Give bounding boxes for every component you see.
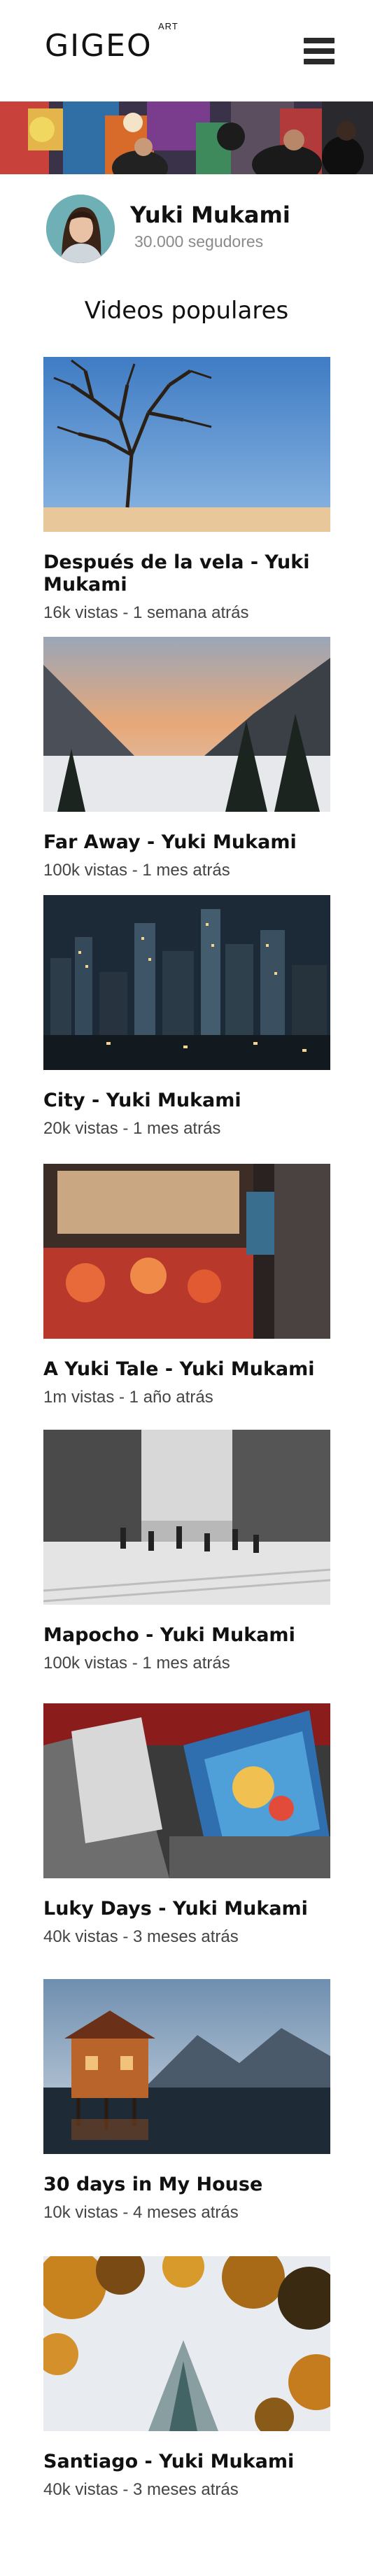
video-card[interactable]: Santiago - Yuki Mukami 40k vistas - 3 me… [43,2256,330,2500]
profile-name: Yuki Mukami [130,202,290,228]
menu-bar [304,59,335,64]
video-thumbnail[interactable] [43,895,330,1070]
site-logo[interactable]: GIGEO [45,31,153,62]
video-card[interactable]: City - Yuki Mukami 20k vistas - 1 mes at… [43,895,330,1139]
follower-count: 30.000 segudores [134,232,264,251]
video-thumbnail[interactable] [43,637,330,812]
video-title[interactable]: A Yuki Tale - Yuki Mukami [43,1358,330,1381]
logo-subtitle: ART [158,21,178,31]
video-meta: 1m vistas - 1 año atrás [43,1388,213,1407]
profile-summary: Yuki Mukami 30.000 segudores [0,189,373,266]
video-thumbnail[interactable] [43,1703,330,1878]
menu-bar [304,48,335,54]
menu-bar [304,38,335,43]
video-meta: 100k vistas - 1 mes atrás [43,861,230,880]
video-card[interactable]: Luky Days - Yuki Mukami 40k vistas - 3 m… [43,1703,330,1947]
video-card[interactable]: Far Away - Yuki Mukami 100k vistas - 1 m… [43,637,330,880]
video-title[interactable]: Far Away - Yuki Mukami [43,831,330,854]
video-thumbnail[interactable] [43,1979,330,2154]
video-thumbnail[interactable] [43,1164,330,1339]
video-card[interactable]: A Yuki Tale - Yuki Mukami 1m vistas - 1 … [43,1164,330,1407]
video-meta: 20k vistas - 1 mes atrás [43,1119,221,1138]
video-meta: 16k vistas - 1 semana atrás [43,603,249,622]
video-thumbnail[interactable] [43,2256,330,2431]
video-card[interactable]: Mapocho - Yuki Mukami 100k vistas - 1 me… [43,1430,330,1673]
video-title[interactable]: City - Yuki Mukami [43,1090,330,1112]
avatar[interactable] [46,195,115,263]
video-meta: 40k vistas - 3 meses atrás [43,1927,239,1946]
video-thumbnail[interactable] [43,1430,330,1605]
video-thumbnail[interactable] [43,357,330,532]
section-title: Videos populares [84,297,289,325]
video-meta: 100k vistas - 1 mes atrás [43,1654,230,1673]
video-meta: 10k vistas - 4 meses atrás [43,2203,239,2222]
video-title[interactable]: Santiago - Yuki Mukami [43,2451,330,2473]
video-card[interactable]: 30 days in My House 10k vistas - 4 meses… [43,1979,330,2223]
profile-banner-image [0,101,373,174]
video-meta: 40k vistas - 3 meses atrás [43,2480,239,2499]
video-title[interactable]: Luky Days - Yuki Mukami [43,1898,330,1920]
video-title[interactable]: Mapocho - Yuki Mukami [43,1624,330,1647]
video-title[interactable]: Después de la vela - Yuki Mukami [43,551,330,596]
video-title[interactable]: 30 days in My House [43,2174,330,2196]
site-header: GIGEO ART [0,0,373,101]
hamburger-menu-icon[interactable] [304,38,335,64]
video-card[interactable]: Después de la vela - Yuki Mukami 16k vis… [43,357,330,623]
